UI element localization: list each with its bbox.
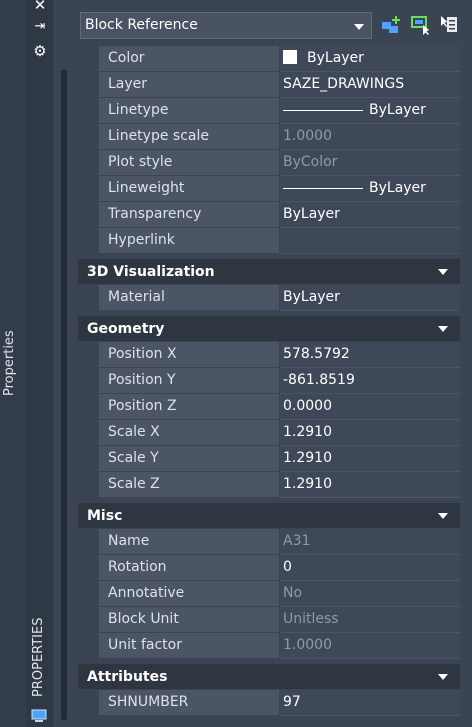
collapse-icon[interactable] [438, 674, 448, 680]
property-grid: Color ByLayer Layer SAZE_DRAWINGS Linety… [78, 46, 460, 716]
property-value[interactable]: -861.8519 [280, 368, 460, 394]
property-row-layer[interactable]: Layer SAZE_DRAWINGS [78, 72, 460, 98]
section-3d-visualization[interactable]: 3D Visualization [78, 259, 460, 285]
property-name: Layer [99, 72, 280, 98]
property-value[interactable]: ByColor [280, 150, 460, 176]
lineweight-preview [283, 187, 363, 189]
property-name: Linetype [99, 98, 280, 124]
property-value[interactable]: SAZE_DRAWINGS [280, 72, 460, 98]
property-row-color[interactable]: Color ByLayer [78, 46, 460, 72]
vertical-scrollbar[interactable] [61, 70, 67, 720]
gear-icon[interactable]: ⚙ [32, 43, 48, 59]
selection-type-value: Block Reference [85, 17, 198, 33]
pin-icon[interactable]: ⇥ [32, 19, 48, 35]
property-row-linetype[interactable]: Linetype ByLayer [78, 98, 460, 124]
property-row-scale-x[interactable]: Scale X 1.2910 [78, 420, 460, 446]
property-value[interactable] [280, 228, 460, 254]
property-name: Scale Z [99, 472, 280, 498]
collapse-icon[interactable] [438, 513, 448, 519]
property-row-position-x[interactable]: Position X 578.5792 [78, 342, 460, 368]
property-row-block-unit[interactable]: Block Unit Unitless [78, 607, 460, 633]
property-value[interactable]: 1.0000 [280, 633, 460, 659]
section-title: Misc [87, 508, 123, 524]
property-row-rotation[interactable]: Rotation 0 [78, 555, 460, 581]
select-objects-icon[interactable] [410, 14, 432, 36]
properties-palette-icon [31, 709, 47, 722]
property-name: Linetype scale [99, 124, 280, 150]
quick-select-icon[interactable] [438, 14, 460, 36]
chevron-down-icon [354, 24, 364, 30]
property-row-hyperlink[interactable]: Hyperlink [78, 228, 460, 254]
property-value[interactable]: 578.5792 [280, 342, 460, 368]
property-value[interactable]: ByLayer [280, 202, 460, 228]
section-title: Attributes [87, 669, 168, 685]
property-value[interactable]: ByLayer [280, 46, 460, 72]
property-row-scale-y[interactable]: Scale Y 1.2910 [78, 446, 460, 472]
property-value[interactable]: 1.0000 [280, 124, 460, 150]
color-swatch [283, 50, 297, 64]
property-row-annotative[interactable]: Annotative No [78, 581, 460, 607]
section-misc[interactable]: Misc [78, 503, 460, 529]
property-name: Color [99, 46, 280, 72]
property-name: Rotation [99, 555, 280, 581]
collapse-icon[interactable] [438, 269, 448, 275]
property-value[interactable]: 1.2910 [280, 420, 460, 446]
property-value[interactable]: No [280, 581, 460, 607]
property-name: SHNUMBER [99, 690, 280, 716]
property-name: Unit factor [99, 633, 280, 659]
property-name: Scale X [99, 420, 280, 446]
property-value[interactable]: 97 [280, 690, 460, 716]
section-title: Geometry [87, 321, 165, 337]
property-value[interactable]: ByLayer [280, 285, 460, 311]
property-name: Scale Y [99, 446, 280, 472]
property-name: Block Unit [99, 607, 280, 633]
property-name: Transparency [99, 202, 280, 228]
section-attributes[interactable]: Attributes [78, 664, 460, 690]
linetype-preview [283, 109, 363, 111]
section-title: 3D Visualization [87, 264, 215, 280]
property-row-lineweight[interactable]: Lineweight ByLayer [78, 176, 460, 202]
property-value[interactable]: 0.0000 [280, 394, 460, 420]
toggle-pickadd-icon[interactable] [381, 14, 403, 36]
property-name: Plot style [99, 150, 280, 176]
section-geometry[interactable]: Geometry [78, 316, 460, 342]
property-row-material[interactable]: Material ByLayer [78, 285, 460, 311]
property-name: Material [99, 285, 280, 311]
property-value[interactable]: 1.2910 [280, 446, 460, 472]
property-value[interactable]: 0 [280, 555, 460, 581]
property-name: Hyperlink [99, 228, 280, 254]
palette-side-title: Properties [2, 330, 17, 396]
properties-tab[interactable]: PROPERTIES [31, 618, 46, 698]
property-row-plot-style[interactable]: Plot style ByColor [78, 150, 460, 176]
property-row-scale-z[interactable]: Scale Z 1.2910 [78, 472, 460, 498]
property-row-unit-factor[interactable]: Unit factor 1.0000 [78, 633, 460, 659]
property-value[interactable]: A31 [280, 529, 460, 555]
property-value[interactable]: 1.2910 [280, 472, 460, 498]
property-value[interactable]: ByLayer [280, 98, 460, 124]
close-icon[interactable]: ✕ [32, 0, 48, 13]
property-name: Position Y [99, 368, 280, 394]
property-row-transparency[interactable]: Transparency ByLayer [78, 202, 460, 228]
selection-type-dropdown[interactable]: Block Reference [80, 12, 372, 39]
property-row-position-y[interactable]: Position Y -861.8519 [78, 368, 460, 394]
collapse-icon[interactable] [438, 326, 448, 332]
property-name: Annotative [99, 581, 280, 607]
property-value[interactable]: ByLayer [280, 176, 460, 202]
property-value[interactable]: Unitless [280, 607, 460, 633]
property-name: Position X [99, 342, 280, 368]
property-row-name[interactable]: Name A31 [78, 529, 460, 555]
property-row-position-z[interactable]: Position Z 0.0000 [78, 394, 460, 420]
property-row-linetype-scale[interactable]: Linetype scale 1.0000 [78, 124, 460, 150]
property-name: Name [99, 529, 280, 555]
property-row-shnumber[interactable]: SHNUMBER 97 [78, 690, 460, 716]
property-name: Position Z [99, 394, 280, 420]
property-name: Lineweight [99, 176, 280, 202]
